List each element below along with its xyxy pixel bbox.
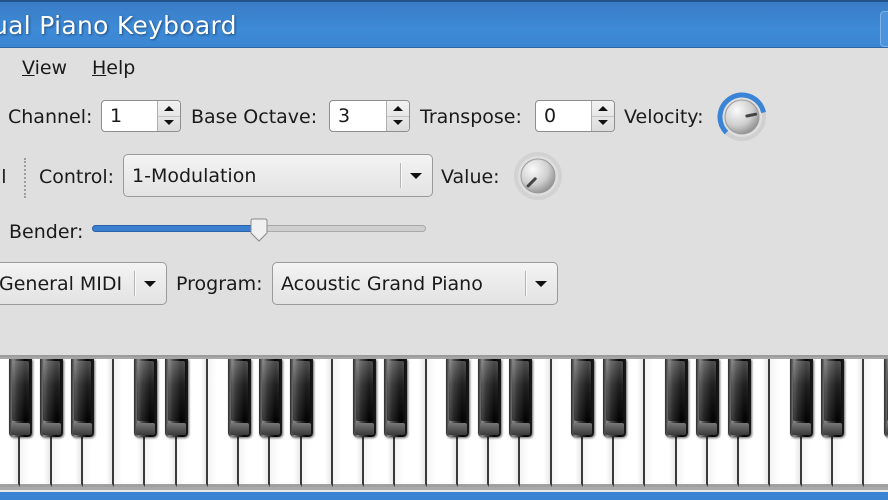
black-key[interactable] [227,359,251,437]
black-key[interactable] [696,359,720,437]
toolbar-handle[interactable] [24,158,26,198]
black-key[interactable] [602,359,626,437]
arrow-up-icon [393,106,403,111]
title-bar[interactable]: ual Piano Keyboard [0,0,888,48]
transpose-value: 0 [544,105,557,127]
black-key[interactable] [258,359,282,437]
program-value: Acoustic Grand Piano [281,273,483,295]
black-key[interactable] [727,359,751,437]
black-key[interactable] [8,359,32,437]
menu-help-label: elp [106,57,136,79]
base-octave-value: 3 [338,105,351,127]
velocity-indicator [745,112,758,118]
menu-view[interactable]: View [22,57,67,79]
transpose-label: Transpose: [420,106,522,128]
black-key[interactable] [71,359,95,437]
black-key[interactable] [477,359,501,437]
chevron-down-icon [410,173,422,179]
chevron-down-icon [535,281,547,287]
window-title: ual Piano Keyboard [0,11,237,40]
base-octave-label: Base Octave: [191,106,318,128]
bank-combobox[interactable]: General MIDI [0,262,167,305]
control-combobox[interactable]: 1-Modulation [123,154,433,197]
transpose-up-button[interactable] [592,101,614,117]
black-key[interactable] [383,359,407,437]
black-key[interactable] [790,359,813,437]
menu-help[interactable]: Help [92,57,135,79]
black-key[interactable] [821,359,845,437]
arrow-up-icon [598,106,608,111]
clipped-label: ll [0,166,7,188]
transpose-down-button[interactable] [592,116,614,131]
channel-spinbox[interactable]: 1 [101,100,181,132]
bender-label: Bender: [9,221,84,243]
control-label: Control: [39,166,115,188]
menu-bar: View Help [0,50,888,88]
black-key[interactable] [508,359,532,437]
window-control-button[interactable] [880,11,888,47]
chevron-down-icon [144,281,156,287]
base-octave-down-button[interactable] [387,116,409,131]
bender-thumb[interactable] [249,218,269,242]
channel-label: Channel: [8,106,93,128]
black-key[interactable] [446,359,470,437]
arrow-down-icon [598,120,608,125]
arrow-down-icon [164,120,174,125]
bender-fill [92,225,261,232]
black-key[interactable] [883,359,888,437]
value-knob[interactable] [510,150,566,202]
program-combobox[interactable]: Acoustic Grand Piano [272,262,558,305]
base-octave-spinbox[interactable]: 3 [329,100,410,132]
transpose-spinbox[interactable]: 0 [535,100,615,132]
black-key[interactable] [133,359,157,437]
black-key[interactable] [571,359,595,437]
bank-value: General MIDI [0,273,123,295]
window-bottom-border [0,490,888,500]
control-value: 1-Modulation [132,165,257,187]
velocity-knob[interactable] [714,91,770,143]
bender-slider[interactable] [92,218,426,242]
value-label: Value: [441,166,500,188]
black-key[interactable] [290,359,313,437]
program-label: Program: [176,273,263,295]
black-key[interactable] [665,359,688,437]
channel-up-button[interactable] [158,101,180,117]
channel-down-button[interactable] [158,116,180,131]
channel-value: 1 [110,105,123,127]
velocity-label: Velocity: [624,106,704,128]
menu-view-label: iew [34,57,68,79]
arrow-down-icon [393,120,403,125]
piano-keyboard[interactable] [0,355,888,492]
base-octave-up-button[interactable] [387,101,409,117]
menu-view-mnemonic: V [22,57,35,79]
black-key[interactable] [40,359,63,437]
menu-help-mnemonic: H [92,57,107,79]
black-key[interactable] [352,359,376,437]
black-key[interactable] [165,359,188,437]
arrow-up-icon [164,106,174,111]
